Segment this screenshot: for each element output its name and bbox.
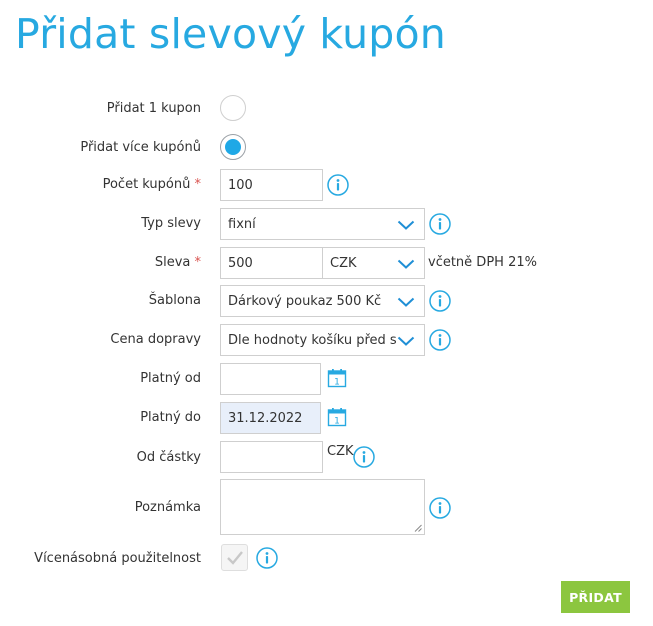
calendar-icon[interactable]: 1 [327, 407, 347, 427]
min-amount-currency: CZK [327, 444, 354, 459]
discount-label-text: Sleva [154, 255, 191, 270]
template-select[interactable]: Dárkový poukaz 500 Kč [220, 285, 425, 317]
multiple-coupons-radio[interactable] [220, 134, 246, 160]
chevron-down-icon [397, 220, 415, 230]
info-icon[interactable] [429, 497, 451, 519]
template-value: Dárkový poukaz 500 Kč [228, 294, 382, 309]
info-icon[interactable] [429, 290, 451, 312]
valid-from-input[interactable] [220, 363, 321, 395]
svg-text:1: 1 [334, 378, 340, 388]
resize-grip-icon[interactable] [414, 524, 422, 532]
required-mark: * [194, 177, 202, 192]
note-textarea[interactable] [220, 479, 425, 535]
check-icon [227, 551, 243, 565]
shipping-select[interactable]: Dle hodnoty košíku před s [220, 324, 425, 356]
chevron-down-icon [397, 336, 415, 346]
currency-value: CZK [330, 256, 357, 271]
discount-type-value: fixní [228, 217, 256, 232]
required-mark: * [194, 255, 202, 270]
calendar-icon[interactable]: 1 [327, 368, 347, 388]
currency-select[interactable]: CZK [322, 247, 425, 279]
page-title: Přidat slevový kupón [15, 10, 446, 58]
chevron-down-icon [397, 259, 415, 269]
note-label: Poznámka [134, 500, 201, 515]
info-icon[interactable] [429, 213, 451, 235]
min-amount-label: Od částky [136, 450, 201, 465]
valid-from-label: Platný od [140, 371, 201, 386]
coupon-count-label-text: Počet kupónů [102, 177, 191, 192]
info-icon[interactable] [256, 547, 278, 569]
chevron-down-icon [397, 297, 415, 307]
info-icon[interactable] [327, 174, 349, 196]
valid-to-input[interactable]: 31.12.2022 [220, 402, 321, 434]
info-icon[interactable] [353, 446, 375, 468]
reusable-label: Vícenásobná použitelnost [34, 551, 201, 566]
discount-value-input[interactable]: 500 [220, 247, 323, 279]
shipping-value: Dle hodnoty košíku před s [228, 333, 397, 348]
coupon-count-label: Počet kupónů * [0, 177, 201, 192]
coupon-count-input[interactable]: 100 [220, 169, 323, 201]
valid-to-label: Platný do [140, 410, 201, 425]
single-coupon-label: Přidat 1 kupon [106, 101, 201, 116]
discount-type-select[interactable]: fixní [220, 208, 425, 240]
discount-label: Sleva * [0, 255, 201, 270]
vat-note: včetně DPH 21% [428, 255, 537, 270]
discount-type-label: Typ slevy [141, 216, 201, 231]
reusable-checkbox[interactable] [221, 544, 248, 571]
single-coupon-radio[interactable] [220, 95, 246, 121]
multiple-coupons-label: Přidat více kupónů [80, 140, 201, 155]
submit-button[interactable]: PŘIDAT [561, 581, 630, 613]
svg-text:1: 1 [334, 417, 340, 427]
shipping-label: Cena dopravy [110, 332, 201, 347]
info-icon[interactable] [429, 329, 451, 351]
template-label: Šablona [148, 293, 201, 308]
min-amount-input[interactable] [220, 441, 323, 473]
